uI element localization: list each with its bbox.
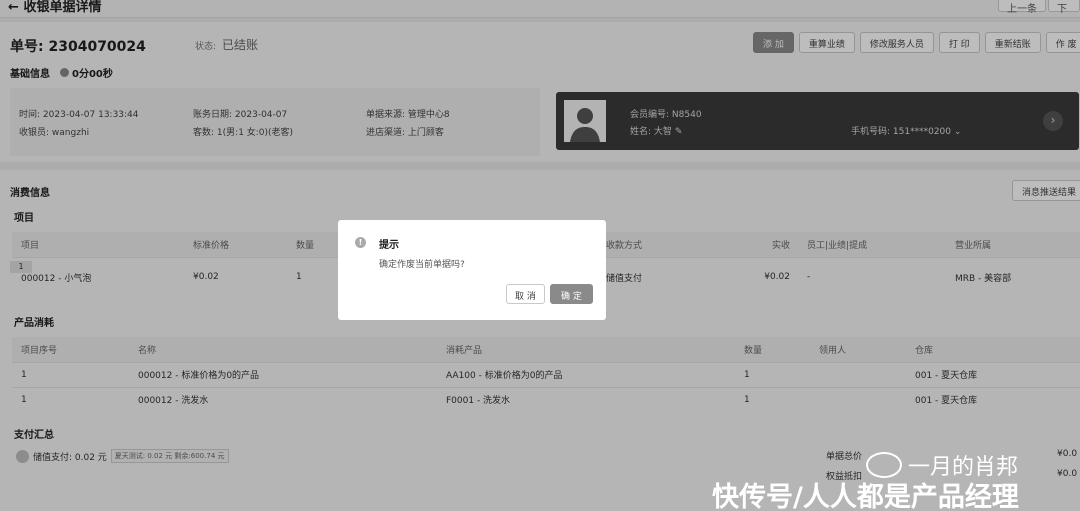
watermark-site: 快传号/人人都是产品经理 xyxy=(712,482,1019,511)
dialog-message: 确定作废当前单据吗? xyxy=(379,260,465,270)
dialog-title: 提示 xyxy=(379,240,399,251)
confirm-dialog: ! 提示 确定作废当前单据吗? 取 消 确 定 xyxy=(338,220,606,320)
info-icon: ! xyxy=(355,237,366,248)
cancel-button[interactable]: 取 消 xyxy=(506,284,545,304)
confirm-button[interactable]: 确 定 xyxy=(550,284,593,304)
